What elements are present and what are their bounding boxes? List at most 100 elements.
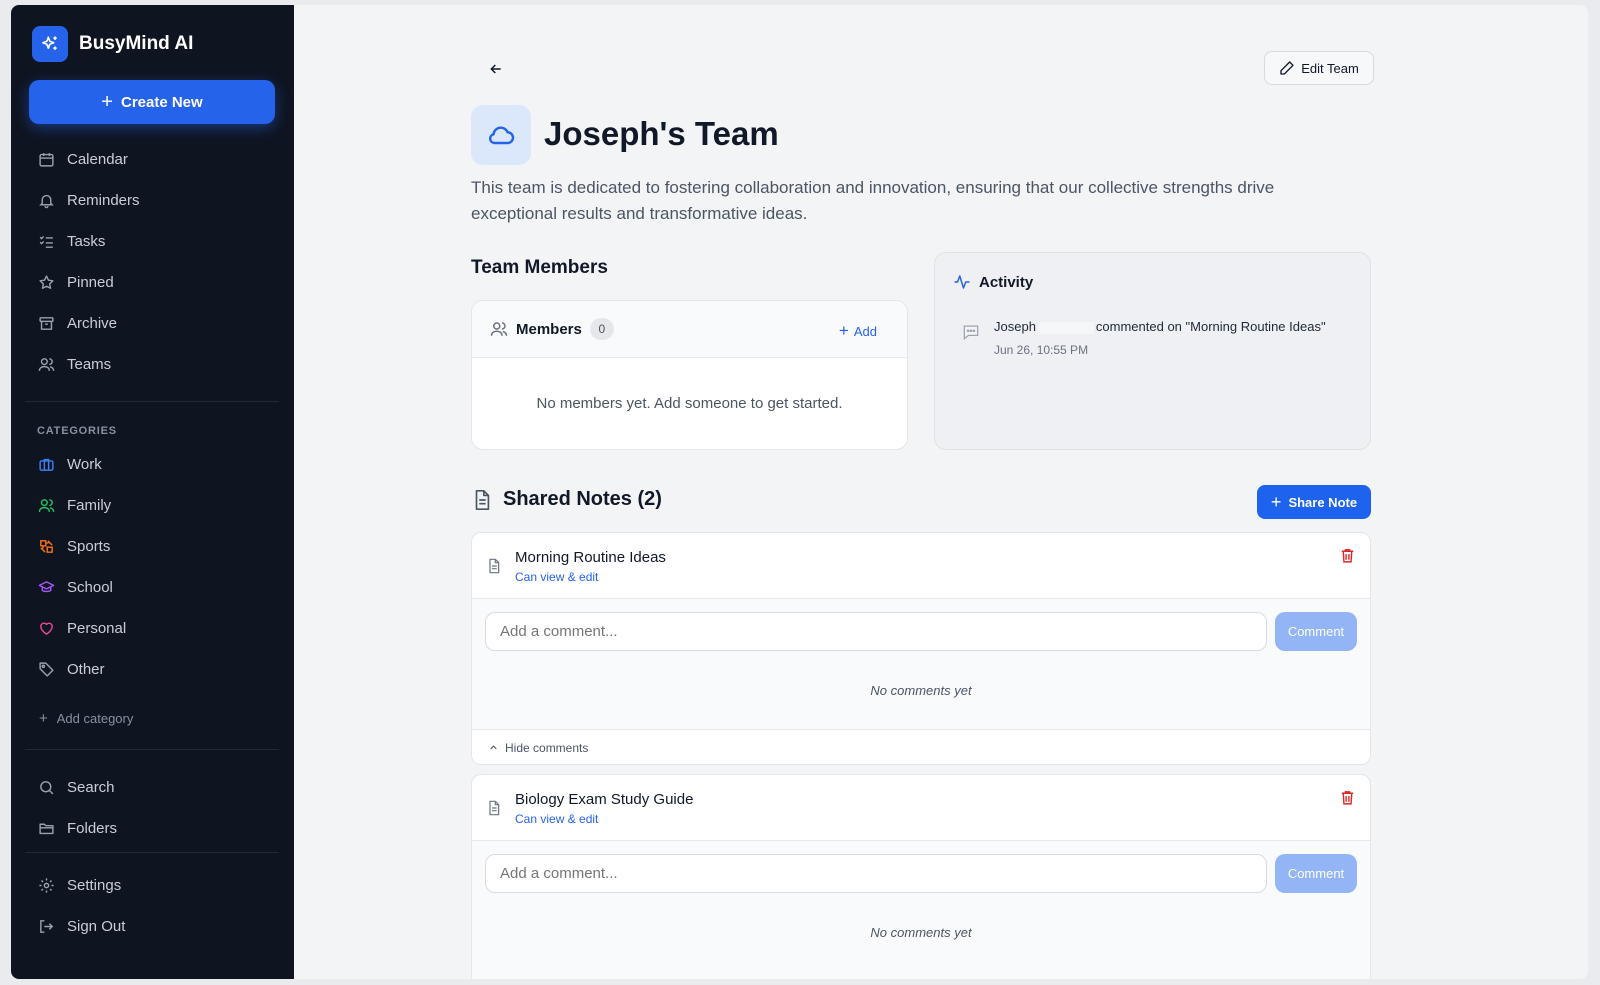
sidebar-item-archive[interactable]: Archive: [37, 309, 117, 337]
activity-header: Activity: [953, 273, 1033, 291]
note-permission: Can view & edit: [515, 812, 599, 826]
sparkle-icon: [32, 26, 68, 62]
category-work[interactable]: Work: [37, 450, 102, 478]
shared-note-card: Biology Exam Study Guide Can view & edit…: [471, 774, 1371, 979]
comment-bubble-icon: [961, 322, 981, 347]
category-label: Personal: [67, 619, 127, 637]
category-label: Family: [67, 496, 112, 514]
app-name: BusyMind AI: [79, 33, 194, 54]
categories-header: CATEGORIES: [37, 425, 117, 437]
category-family[interactable]: Family: [37, 491, 111, 519]
edit-team-button[interactable]: Edit Team: [1264, 51, 1374, 85]
sidebar-item-label: Settings: [67, 876, 122, 894]
sidebar-item-tasks[interactable]: Tasks: [37, 227, 105, 255]
add-category-label: Add category: [56, 711, 134, 726]
delete-note-button[interactable]: [1339, 547, 1356, 569]
hide-comments-toggle[interactable]: Hide comments: [472, 729, 1370, 764]
sidebar-item-settings[interactable]: Settings: [37, 871, 121, 899]
gear-icon: [37, 876, 55, 894]
sidebar-item-label: Search: [67, 778, 115, 796]
sidebar-item-label: Archive: [67, 314, 118, 332]
sidebar-item-label: Tasks: [67, 232, 106, 250]
create-new-button[interactable]: + Create New: [29, 80, 275, 124]
heart-icon: [37, 619, 55, 637]
note-header[interactable]: Biology Exam Study Guide Can view & edit: [472, 775, 1370, 841]
comment-input[interactable]: [485, 854, 1267, 893]
create-new-label: Create New: [120, 93, 203, 111]
calendar-icon: [37, 150, 55, 168]
plus-icon: +: [39, 710, 48, 727]
tag-icon: [37, 660, 55, 678]
activity-card: Activity Joseph commented on "Morning Rou…: [934, 252, 1371, 450]
document-icon: [475, 489, 490, 510]
sidebar-item-search[interactable]: Search: [37, 773, 115, 801]
members-empty-text: No members yet. Add someone to get start…: [536, 395, 843, 412]
sidebar-divider: [25, 401, 279, 402]
users-icon: [490, 322, 508, 336]
activity-user: Joseph: [994, 319, 1036, 334]
plus-icon: +: [1270, 491, 1282, 512]
edit-team-label: Edit Team: [1301, 60, 1359, 76]
delete-note-button[interactable]: [1339, 789, 1356, 811]
activity-timestamp: Jun 26, 10:55 PM: [994, 343, 1089, 357]
members-label: Members: [516, 320, 582, 338]
brand[interactable]: BusyMind AI: [32, 26, 193, 62]
sidebar-item-label: Calendar: [67, 150, 128, 168]
category-personal[interactable]: Personal: [37, 614, 126, 642]
note-title: Morning Routine Ideas: [515, 549, 666, 566]
document-icon: [486, 557, 502, 580]
add-category-button[interactable]: + Add category: [39, 710, 133, 727]
category-other[interactable]: Other: [37, 655, 105, 683]
category-school[interactable]: School: [37, 573, 113, 601]
sports-icon: [37, 537, 55, 555]
hide-comments-label: Hide comments: [505, 740, 589, 755]
comments-section: Comment No comments yet: [472, 599, 1370, 729]
no-comments-text: No comments yet: [870, 683, 972, 698]
sidebar-item-teams[interactable]: Teams: [37, 350, 111, 378]
cloud-icon: [471, 105, 531, 165]
sidebar-item-label: Pinned: [67, 273, 114, 291]
comment-button[interactable]: Comment: [1275, 854, 1357, 893]
sidebar-item-reminders[interactable]: Reminders: [37, 186, 140, 214]
sidebar-item-pinned[interactable]: Pinned: [37, 268, 114, 296]
redacted-area: [1037, 321, 1094, 334]
note-title: Biology Exam Study Guide: [515, 791, 694, 808]
plus-icon: +: [838, 321, 849, 340]
add-member-label: Add: [853, 323, 877, 339]
share-note-button[interactable]: + Share Note: [1257, 485, 1371, 519]
bell-icon: [37, 191, 55, 209]
pencil-icon: [1280, 61, 1294, 75]
sidebar-item-folders[interactable]: Folders: [37, 814, 117, 842]
category-label: Sports: [67, 537, 111, 555]
note-permission: Can view & edit: [515, 570, 599, 584]
back-button[interactable]: [484, 57, 508, 81]
activity-icon: [954, 275, 970, 289]
sidebar: BusyMind AI + Create New Calendar Remind…: [11, 5, 294, 979]
comment-button[interactable]: Comment: [1275, 612, 1357, 651]
members-card: Members 0 + Add No members yet. Add some…: [471, 300, 908, 450]
shared-note-card: Morning Routine Ideas Can view & edit Co…: [471, 532, 1371, 765]
briefcase-icon: [37, 455, 55, 473]
arrow-left-icon: [490, 64, 501, 74]
document-icon: [486, 799, 502, 822]
comment-input[interactable]: [485, 612, 1267, 651]
note-header[interactable]: Morning Routine Ideas Can view & edit: [472, 533, 1370, 599]
trash-icon: [1341, 549, 1354, 563]
sidebar-divider: [25, 749, 279, 750]
tasks-icon: [37, 232, 55, 250]
users-icon: [37, 355, 55, 373]
sidebar-item-label: Folders: [67, 819, 118, 837]
sign-out-icon: [37, 917, 55, 935]
add-member-button[interactable]: + Add: [839, 321, 877, 341]
no-comments-text: No comments yet: [870, 925, 972, 940]
shared-notes-title: Shared Notes (2): [503, 488, 662, 510]
search-icon: [37, 778, 55, 796]
sign-out-button[interactable]: Sign Out: [37, 912, 125, 940]
category-sports[interactable]: Sports: [37, 532, 110, 560]
sidebar-item-calendar[interactable]: Calendar: [37, 145, 128, 173]
team-description: This team is dedicated to fostering coll…: [471, 178, 1275, 223]
page-title: Joseph's Team: [544, 115, 779, 152]
activity-title: Activity: [979, 273, 1034, 291]
chevron-up-icon: [490, 745, 497, 750]
sidebar-item-label: Sign Out: [67, 917, 126, 935]
